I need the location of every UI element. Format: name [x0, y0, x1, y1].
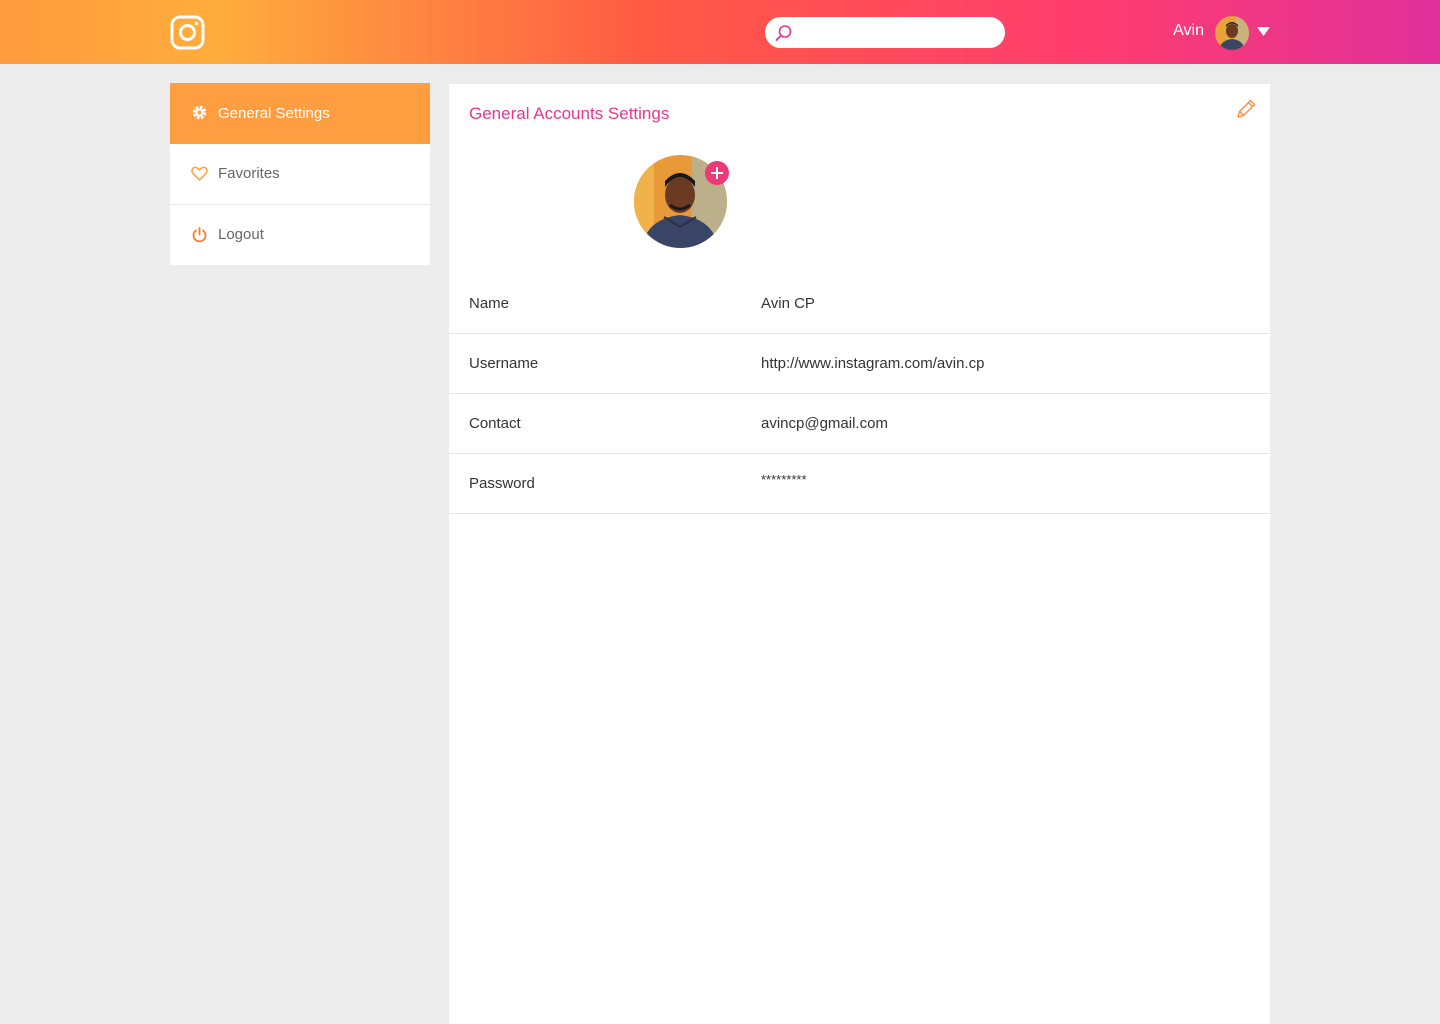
- sidebar-item-label: Logout: [218, 226, 264, 243]
- search-box[interactable]: [765, 17, 1005, 48]
- user-avatar[interactable]: [1215, 16, 1249, 50]
- settings-panel: General Accounts Settings Name Avin CP U…: [449, 84, 1270, 1024]
- sidebar-item-label: Favorites: [218, 165, 280, 182]
- user-name[interactable]: Avin: [1150, 22, 1204, 40]
- pencil-icon[interactable]: [1235, 98, 1257, 120]
- search-icon: [775, 25, 792, 41]
- add-photo-button[interactable]: [705, 161, 729, 185]
- search-input[interactable]: [799, 21, 998, 46]
- field-value: http://www.instagram.com/avin.cp: [761, 355, 985, 372]
- field-value: avincp@gmail.com: [761, 415, 888, 432]
- chevron-down-icon[interactable]: [1257, 27, 1270, 37]
- field-label: Contact: [469, 415, 521, 432]
- field-value: *********: [761, 472, 807, 487]
- sidebar-item-label: General Settings: [218, 105, 330, 122]
- field-row-username: Username http://www.instagram.com/avin.c…: [449, 334, 1270, 394]
- field-row-password: Password *********: [449, 454, 1270, 514]
- account-fields: Name Avin CP Username http://www.instagr…: [449, 274, 1270, 514]
- field-label: Password: [469, 475, 535, 492]
- sidebar-item-favorites[interactable]: Favorites: [170, 144, 430, 205]
- sidebar: General Settings Favorites Logout: [170, 83, 430, 265]
- field-row-contact: Contact avincp@gmail.com: [449, 394, 1270, 454]
- field-label: Username: [469, 355, 539, 372]
- field-label: Name: [469, 295, 510, 312]
- power-icon: [192, 227, 207, 243]
- page-title: General Accounts Settings: [469, 104, 670, 123]
- heart-icon: [191, 166, 208, 181]
- sidebar-item-general-settings[interactable]: General Settings: [170, 83, 430, 144]
- instagram-logo-icon[interactable]: [170, 15, 205, 50]
- field-row-name: Name Avin CP: [449, 274, 1270, 334]
- top-bar: Avin: [0, 0, 1440, 64]
- sidebar-item-logout[interactable]: Logout: [170, 205, 430, 265]
- plus-icon: [711, 167, 723, 179]
- field-value: Avin CP: [761, 295, 815, 312]
- gear-icon: [192, 105, 207, 120]
